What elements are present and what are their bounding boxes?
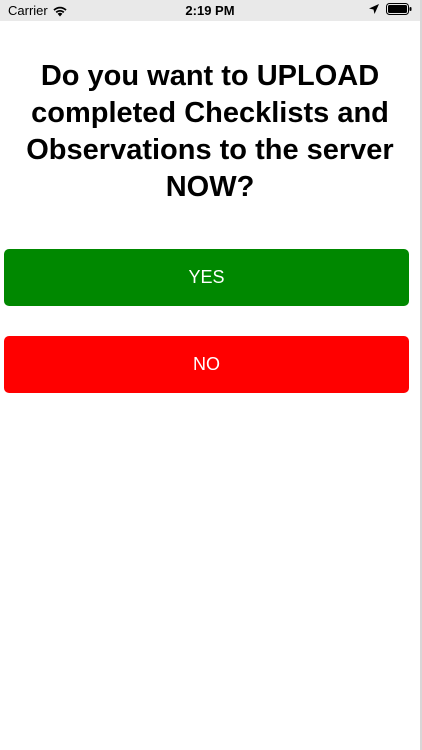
yes-button-label: YES bbox=[188, 267, 225, 287]
yes-button[interactable]: YES bbox=[4, 249, 409, 306]
status-time: 2:19 PM bbox=[185, 3, 235, 18]
battery-icon bbox=[386, 3, 412, 15]
no-button[interactable]: NO bbox=[4, 336, 409, 393]
status-bar: Carrier 2:19 PM bbox=[0, 0, 420, 21]
status-right-group bbox=[368, 3, 412, 15]
no-button-label: NO bbox=[193, 354, 220, 374]
upload-confirm-screen: Carrier 2:19 PM Do you want to UPLOAD co… bbox=[0, 0, 422, 750]
upload-question: Do you want to UPLOAD completed Checklis… bbox=[26, 60, 394, 203]
location-icon bbox=[368, 3, 380, 15]
